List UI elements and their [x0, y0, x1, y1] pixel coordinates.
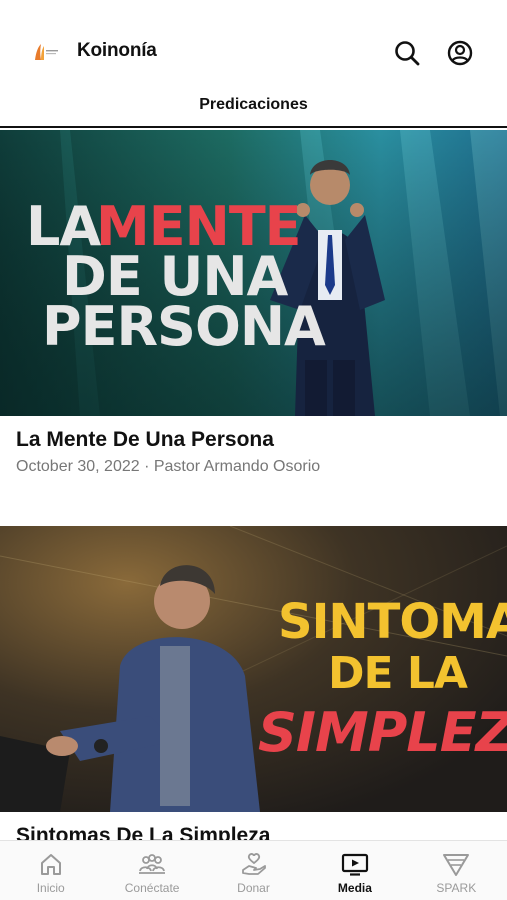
tab-label: Conéctate [124, 881, 180, 895]
art-line-3: PERSONA [42, 295, 326, 358]
sermon-artwork: LA MENTE DE UNA PERSONA [0, 130, 507, 416]
sermon-artwork: SINTOMAS DE LA SIMPLEZA [0, 526, 507, 812]
bottom-tab-bar: Inicio Conéctate Donar Media SPARK [0, 840, 507, 900]
home-icon [40, 854, 61, 875]
sermon-thumbnail[interactable]: LA MENTE DE UNA PERSONA [0, 130, 507, 416]
section-title: Predicaciones [199, 96, 308, 113]
app-header: Koinonía [0, 30, 507, 76]
tab-inicio[interactable]: Inicio [0, 841, 101, 900]
tab-label: Donar [237, 881, 270, 895]
tv-play-icon [341, 853, 369, 876]
sermon-meta: October 30, 2022 · Pastor Armando Osorio [16, 458, 321, 475]
art-line-1: SINTOMAS [278, 594, 507, 650]
sermon-title[interactable]: La Mente De Una Persona [16, 428, 274, 452]
section-header: Predicaciones [0, 88, 507, 128]
app-title: Koinonía [77, 40, 157, 61]
tab-spark[interactable]: SPARK [406, 841, 507, 900]
search-icon[interactable] [392, 38, 422, 68]
people-icon [139, 854, 166, 874]
donate-hand-heart-icon [241, 853, 266, 875]
art-line-2: DE LA [328, 648, 468, 699]
tab-media[interactable]: Media [304, 841, 405, 900]
sermon-title[interactable]: Sintomas De La Simpleza [16, 824, 270, 840]
tab-label: Inicio [36, 881, 65, 895]
sermon-title-art: LA MENTE DE UNA PERSONA [26, 195, 327, 358]
tab-label: Media [337, 881, 372, 895]
tab-donar[interactable]: Donar [203, 841, 304, 900]
account-circle-icon[interactable] [445, 38, 475, 68]
art-line-3: SIMPLEZA [258, 701, 507, 764]
church-logo-icon [35, 44, 58, 60]
sermon-card[interactable]: SINTOMAS DE LA SIMPLEZA Sintomas De La S… [0, 526, 507, 840]
sermon-list[interactable]: LA MENTE DE UNA PERSONA La Mente De Una … [0, 130, 507, 840]
spark-triangle-icon [443, 854, 470, 876]
tab-conectate[interactable]: Conéctate [101, 841, 202, 900]
sermon-card[interactable]: LA MENTE DE UNA PERSONA La Mente De Una … [0, 130, 507, 490]
tab-label: SPARK [436, 881, 477, 895]
sermon-thumbnail[interactable]: SINTOMAS DE LA SIMPLEZA [0, 526, 507, 812]
status-bar [0, 0, 507, 22]
